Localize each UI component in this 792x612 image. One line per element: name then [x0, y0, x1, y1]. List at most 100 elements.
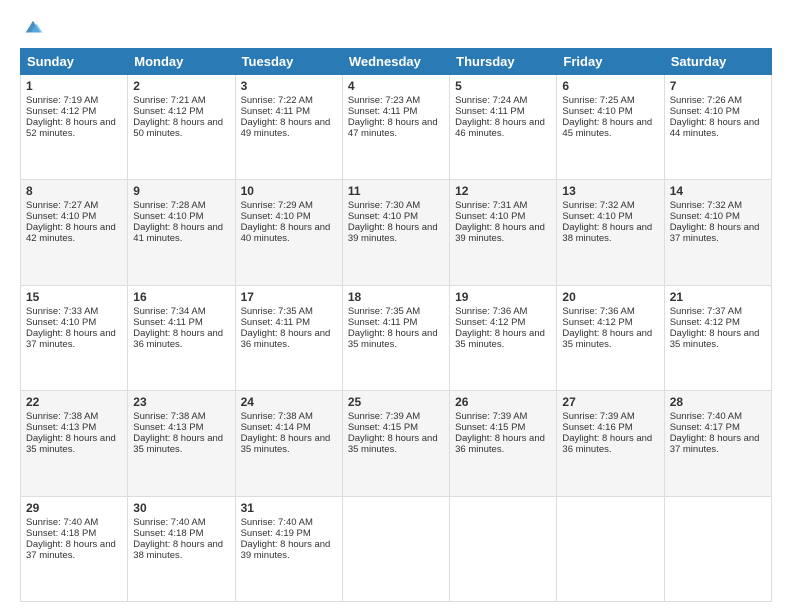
calendar-cell: 20 Sunrise: 7:36 AM Sunset: 4:12 PM Dayl… [557, 285, 664, 390]
daylight-text: Daylight: 8 hours and 35 minutes. [133, 433, 223, 455]
calendar-cell: 25 Sunrise: 7:39 AM Sunset: 4:15 PM Dayl… [342, 391, 449, 496]
daylight-text: Daylight: 8 hours and 39 minutes. [241, 539, 331, 561]
day-header-tuesday: Tuesday [235, 49, 342, 75]
sunset-text: Sunset: 4:10 PM [348, 211, 418, 222]
calendar-cell: 16 Sunrise: 7:34 AM Sunset: 4:11 PM Dayl… [128, 285, 235, 390]
calendar-cell: 27 Sunrise: 7:39 AM Sunset: 4:16 PM Dayl… [557, 391, 664, 496]
day-number: 3 [241, 79, 337, 93]
calendar-week-row: 22 Sunrise: 7:38 AM Sunset: 4:13 PM Dayl… [21, 391, 772, 496]
sunrise-text: Sunrise: 7:23 AM [348, 95, 420, 106]
day-number: 17 [241, 290, 337, 304]
page: SundayMondayTuesdayWednesdayThursdayFrid… [0, 0, 792, 612]
daylight-text: Daylight: 8 hours and 42 minutes. [26, 222, 116, 244]
calendar-week-row: 29 Sunrise: 7:40 AM Sunset: 4:18 PM Dayl… [21, 496, 772, 601]
day-number: 21 [670, 290, 766, 304]
sunset-text: Sunset: 4:10 PM [241, 211, 311, 222]
daylight-text: Daylight: 8 hours and 50 minutes. [133, 117, 223, 139]
sunrise-text: Sunrise: 7:36 AM [562, 306, 634, 317]
day-number: 19 [455, 290, 551, 304]
daylight-text: Daylight: 8 hours and 38 minutes. [562, 222, 652, 244]
day-header-monday: Monday [128, 49, 235, 75]
daylight-text: Daylight: 8 hours and 37 minutes. [670, 222, 760, 244]
calendar-cell: 8 Sunrise: 7:27 AM Sunset: 4:10 PM Dayli… [21, 180, 128, 285]
sunset-text: Sunset: 4:10 PM [562, 106, 632, 117]
calendar-cell [557, 496, 664, 601]
day-number: 6 [562, 79, 658, 93]
sunset-text: Sunset: 4:11 PM [241, 106, 311, 117]
day-number: 24 [241, 395, 337, 409]
calendar-header-row: SundayMondayTuesdayWednesdayThursdayFrid… [21, 49, 772, 75]
sunrise-text: Sunrise: 7:37 AM [670, 306, 742, 317]
calendar-cell: 12 Sunrise: 7:31 AM Sunset: 4:10 PM Dayl… [450, 180, 557, 285]
day-number: 25 [348, 395, 444, 409]
calendar-cell: 5 Sunrise: 7:24 AM Sunset: 4:11 PM Dayli… [450, 75, 557, 180]
header [20, 16, 772, 38]
daylight-text: Daylight: 8 hours and 35 minutes. [348, 328, 438, 350]
daylight-text: Daylight: 8 hours and 36 minutes. [133, 328, 223, 350]
day-number: 15 [26, 290, 122, 304]
day-number: 18 [348, 290, 444, 304]
daylight-text: Daylight: 8 hours and 49 minutes. [241, 117, 331, 139]
sunset-text: Sunset: 4:11 PM [241, 317, 311, 328]
sunrise-text: Sunrise: 7:25 AM [562, 95, 634, 106]
calendar-cell: 15 Sunrise: 7:33 AM Sunset: 4:10 PM Dayl… [21, 285, 128, 390]
sunset-text: Sunset: 4:16 PM [562, 422, 632, 433]
sunset-text: Sunset: 4:12 PM [133, 106, 203, 117]
calendar-cell: 26 Sunrise: 7:39 AM Sunset: 4:15 PM Dayl… [450, 391, 557, 496]
daylight-text: Daylight: 8 hours and 37 minutes. [26, 539, 116, 561]
day-number: 7 [670, 79, 766, 93]
day-number: 1 [26, 79, 122, 93]
daylight-text: Daylight: 8 hours and 37 minutes. [26, 328, 116, 350]
day-number: 2 [133, 79, 229, 93]
sunset-text: Sunset: 4:10 PM [562, 211, 632, 222]
calendar-cell: 23 Sunrise: 7:38 AM Sunset: 4:13 PM Dayl… [128, 391, 235, 496]
logo [20, 16, 44, 38]
calendar-cell: 30 Sunrise: 7:40 AM Sunset: 4:18 PM Dayl… [128, 496, 235, 601]
daylight-text: Daylight: 8 hours and 35 minutes. [562, 328, 652, 350]
calendar-cell: 7 Sunrise: 7:26 AM Sunset: 4:10 PM Dayli… [664, 75, 771, 180]
day-number: 23 [133, 395, 229, 409]
day-number: 10 [241, 184, 337, 198]
daylight-text: Daylight: 8 hours and 35 minutes. [670, 328, 760, 350]
sunset-text: Sunset: 4:10 PM [670, 211, 740, 222]
logo-icon [22, 16, 44, 38]
sunrise-text: Sunrise: 7:31 AM [455, 200, 527, 211]
calendar-cell: 19 Sunrise: 7:36 AM Sunset: 4:12 PM Dayl… [450, 285, 557, 390]
day-number: 29 [26, 501, 122, 515]
calendar-cell: 24 Sunrise: 7:38 AM Sunset: 4:14 PM Dayl… [235, 391, 342, 496]
sunrise-text: Sunrise: 7:29 AM [241, 200, 313, 211]
sunset-text: Sunset: 4:10 PM [133, 211, 203, 222]
sunrise-text: Sunrise: 7:38 AM [133, 411, 205, 422]
sunset-text: Sunset: 4:14 PM [241, 422, 311, 433]
daylight-text: Daylight: 8 hours and 36 minutes. [241, 328, 331, 350]
day-header-wednesday: Wednesday [342, 49, 449, 75]
calendar-cell: 13 Sunrise: 7:32 AM Sunset: 4:10 PM Dayl… [557, 180, 664, 285]
calendar-cell: 3 Sunrise: 7:22 AM Sunset: 4:11 PM Dayli… [235, 75, 342, 180]
day-header-sunday: Sunday [21, 49, 128, 75]
daylight-text: Daylight: 8 hours and 52 minutes. [26, 117, 116, 139]
calendar-cell: 2 Sunrise: 7:21 AM Sunset: 4:12 PM Dayli… [128, 75, 235, 180]
calendar-week-row: 8 Sunrise: 7:27 AM Sunset: 4:10 PM Dayli… [21, 180, 772, 285]
sunrise-text: Sunrise: 7:32 AM [670, 200, 742, 211]
sunset-text: Sunset: 4:15 PM [348, 422, 418, 433]
calendar-cell: 4 Sunrise: 7:23 AM Sunset: 4:11 PM Dayli… [342, 75, 449, 180]
day-number: 9 [133, 184, 229, 198]
day-number: 11 [348, 184, 444, 198]
sunrise-text: Sunrise: 7:38 AM [241, 411, 313, 422]
calendar-cell: 22 Sunrise: 7:38 AM Sunset: 4:13 PM Dayl… [21, 391, 128, 496]
daylight-text: Daylight: 8 hours and 36 minutes. [455, 433, 545, 455]
sunrise-text: Sunrise: 7:36 AM [455, 306, 527, 317]
daylight-text: Daylight: 8 hours and 47 minutes. [348, 117, 438, 139]
sunset-text: Sunset: 4:10 PM [26, 317, 96, 328]
calendar-cell: 29 Sunrise: 7:40 AM Sunset: 4:18 PM Dayl… [21, 496, 128, 601]
calendar-cell: 14 Sunrise: 7:32 AM Sunset: 4:10 PM Dayl… [664, 180, 771, 285]
day-number: 22 [26, 395, 122, 409]
sunset-text: Sunset: 4:11 PM [133, 317, 203, 328]
calendar-cell: 21 Sunrise: 7:37 AM Sunset: 4:12 PM Dayl… [664, 285, 771, 390]
calendar-cell [342, 496, 449, 601]
calendar-cell: 11 Sunrise: 7:30 AM Sunset: 4:10 PM Dayl… [342, 180, 449, 285]
day-header-friday: Friday [557, 49, 664, 75]
daylight-text: Daylight: 8 hours and 35 minutes. [455, 328, 545, 350]
sunset-text: Sunset: 4:11 PM [455, 106, 525, 117]
day-number: 5 [455, 79, 551, 93]
